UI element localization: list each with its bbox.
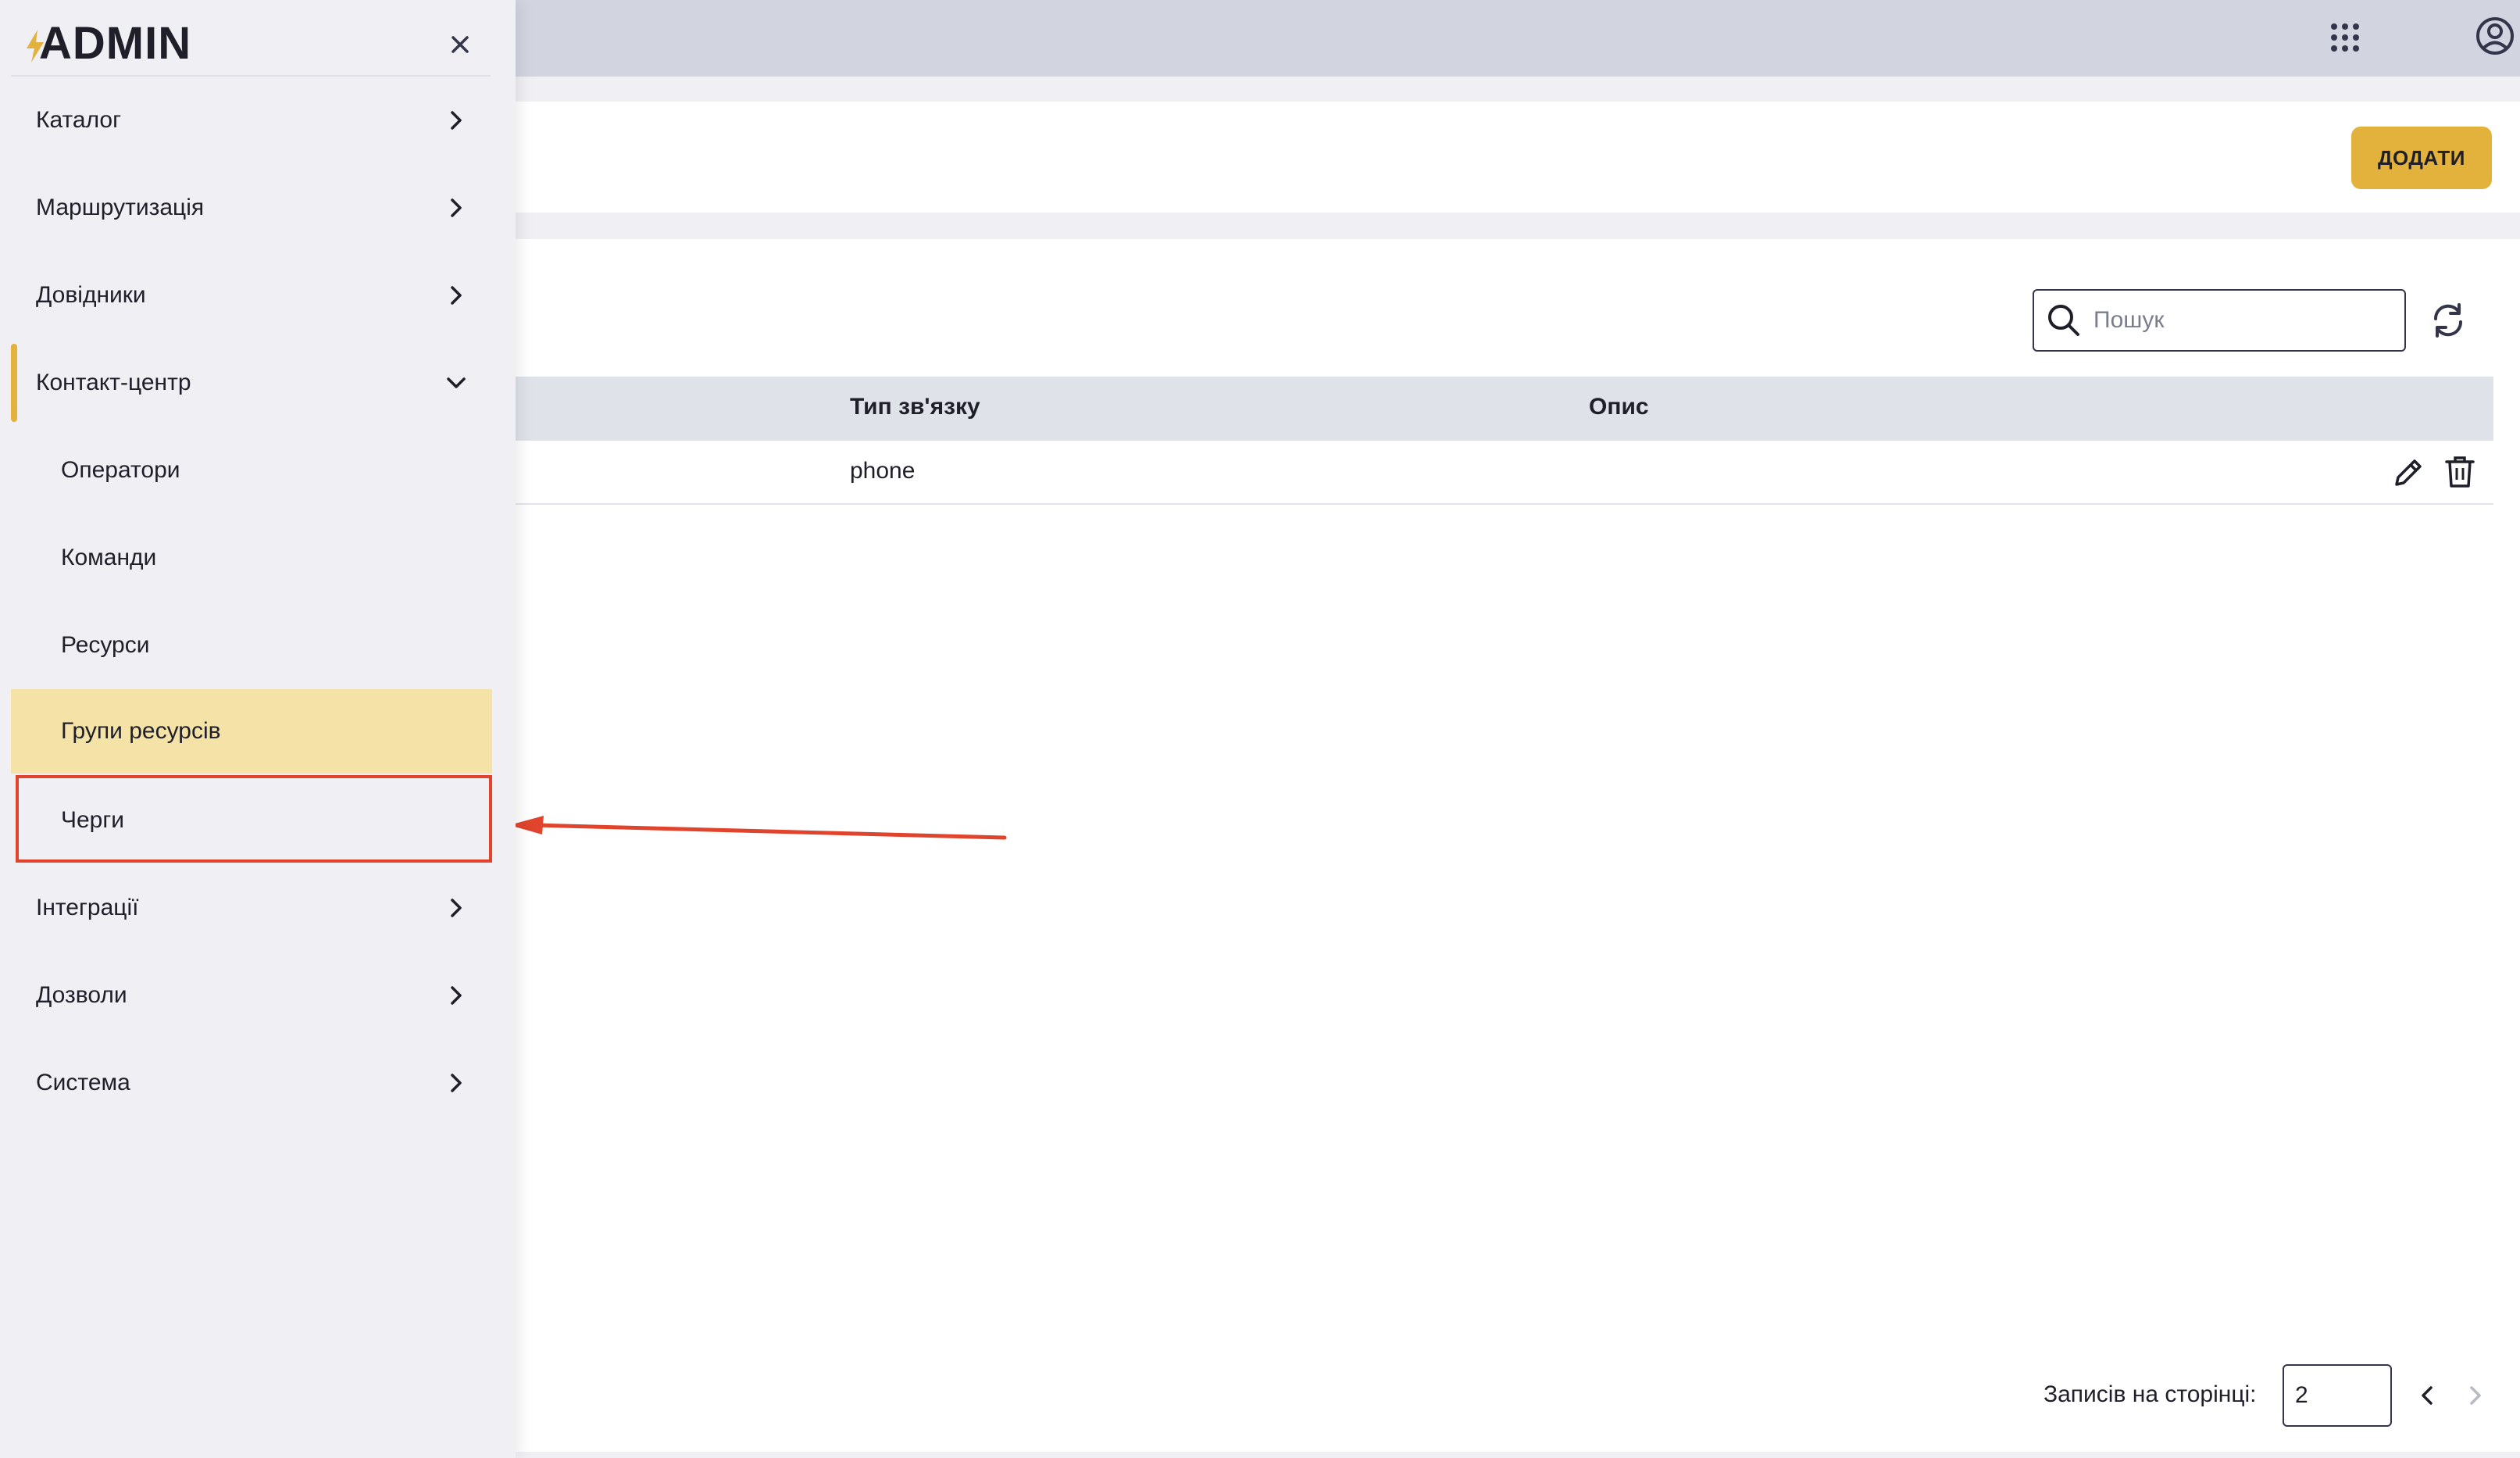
refresh-icon[interactable] — [2428, 300, 2468, 341]
apps-grid-icon[interactable] — [2325, 17, 2365, 58]
column-header-type[interactable]: Тип зв'язку — [850, 394, 980, 420]
column-header-description[interactable]: Опис — [1589, 394, 1649, 420]
sidebar-item-label: Оператори — [61, 457, 180, 483]
sidebar-item-permissions[interactable]: Дозволи — [11, 952, 492, 1039]
header-card — [500, 102, 2520, 213]
table-header — [500, 377, 2493, 441]
per-page-label: Записів на сторінці: — [2043, 1381, 2257, 1407]
chevron-right-icon[interactable] — [2461, 1381, 2489, 1410]
sidebar-item-label: Команди — [61, 545, 157, 570]
edit-icon[interactable] — [2390, 455, 2426, 491]
close-icon[interactable] — [448, 33, 472, 56]
sidebar-item-label: Контакт-центр — [36, 370, 191, 395]
sidebar-item-resources[interactable]: Ресурси — [11, 602, 492, 689]
chevron-right-icon — [442, 1069, 470, 1097]
app-logo: ADMIN — [39, 18, 192, 69]
search-icon — [2045, 302, 2083, 339]
chevron-right-icon — [442, 194, 470, 222]
chevron-right-icon — [442, 281, 470, 309]
sidebar-item-system[interactable]: Система — [11, 1039, 492, 1127]
sidebar-item-label: Групи ресурсів — [61, 718, 221, 744]
sidebar-item-directories[interactable]: Довідники — [11, 252, 492, 339]
chevron-down-icon — [442, 369, 470, 397]
sidebar-item-routing[interactable]: Маршрутизація — [11, 164, 492, 252]
sidebar-item-teams[interactable]: Команди — [11, 514, 492, 602]
sidebar-item-label: Ресурси — [61, 632, 150, 658]
chevron-right-icon — [442, 981, 470, 1010]
cell-type: phone — [850, 458, 916, 484]
sidebar-item-label: Інтеграції — [36, 895, 139, 920]
sidebar-item-label: Довідники — [36, 282, 146, 308]
per-page-input[interactable] — [2283, 1364, 2392, 1427]
sidebar-item-catalog[interactable]: Каталог — [11, 77, 492, 164]
sidebar-item-resource-groups[interactable]: Групи ресурсів — [11, 689, 492, 774]
table-row[interactable] — [500, 441, 2493, 505]
sidebar-item-contact-center[interactable]: Контакт-центр — [11, 339, 492, 427]
annotation-highlight — [16, 775, 492, 863]
sidebar: ADMIN Каталог Маршрутизація Довідники Ко… — [0, 0, 516, 1458]
sidebar-item-label: Каталог — [36, 107, 122, 133]
sidebar-item-integrations[interactable]: Інтеграції — [11, 864, 492, 952]
delete-icon[interactable] — [2442, 453, 2478, 491]
sidebar-item-label: Маршрутизація — [36, 195, 205, 220]
search-input[interactable] — [2093, 297, 2398, 344]
chevron-right-icon — [442, 106, 470, 134]
sidebar-item-operators[interactable]: Оператори — [11, 427, 492, 514]
chevron-right-icon — [442, 894, 470, 922]
sidebar-item-label: Дозволи — [36, 982, 127, 1008]
add-button[interactable]: ДОДАТИ — [2351, 127, 2492, 189]
active-indicator — [11, 344, 17, 422]
annotation-arrow — [509, 816, 1007, 840]
account-circle-icon[interactable] — [2473, 14, 2517, 58]
chevron-left-icon[interactable] — [2414, 1381, 2442, 1410]
sidebar-item-label: Система — [36, 1070, 130, 1095]
